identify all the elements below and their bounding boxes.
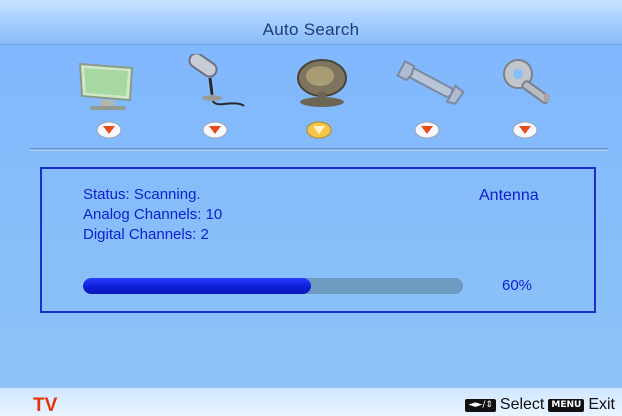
scan-progress-fill bbox=[83, 278, 311, 294]
scan-status-panel: Status: Scanning. Analog Channels: 10 Di… bbox=[40, 167, 596, 313]
digital-channels-text: Digital Channels: 2 bbox=[83, 226, 209, 243]
picture-marker-icon bbox=[96, 121, 122, 139]
tv-satellite-dish-icon[interactable] bbox=[288, 52, 358, 110]
button-hints: ◄►/⇕ Select MENU Exit bbox=[465, 396, 615, 414]
select-hint-label: Select bbox=[499, 396, 545, 413]
parental-marker-icon bbox=[512, 121, 538, 139]
parental-key-icon[interactable] bbox=[498, 54, 568, 112]
audio-marker-icon bbox=[202, 121, 228, 139]
menu-title: Auto Search bbox=[262, 20, 360, 39]
picture-monitor-icon[interactable] bbox=[72, 56, 142, 114]
status-text: Status: Scanning. bbox=[83, 186, 201, 203]
setup-wrench-icon[interactable] bbox=[396, 54, 466, 112]
tv-marker-icon bbox=[306, 121, 332, 139]
analog-channels-text: Analog Channels: 10 bbox=[83, 206, 223, 223]
navigate-keys-icon: ◄►/⇕ bbox=[465, 398, 496, 412]
divider bbox=[30, 148, 608, 151]
menu-key-icon: MENU bbox=[548, 398, 585, 412]
signal-source-text: Antenna bbox=[479, 187, 539, 204]
audio-microphone-icon[interactable] bbox=[180, 54, 250, 112]
input-source-label: TV bbox=[33, 395, 58, 416]
scan-progress-percent: 60% bbox=[502, 277, 533, 294]
setup-marker-icon bbox=[414, 121, 440, 139]
exit-hint-label: Exit bbox=[588, 396, 615, 413]
osd-window: Auto Search Status: Scanning. Analog Cha… bbox=[0, 0, 622, 416]
scan-progress-bar bbox=[83, 278, 463, 294]
